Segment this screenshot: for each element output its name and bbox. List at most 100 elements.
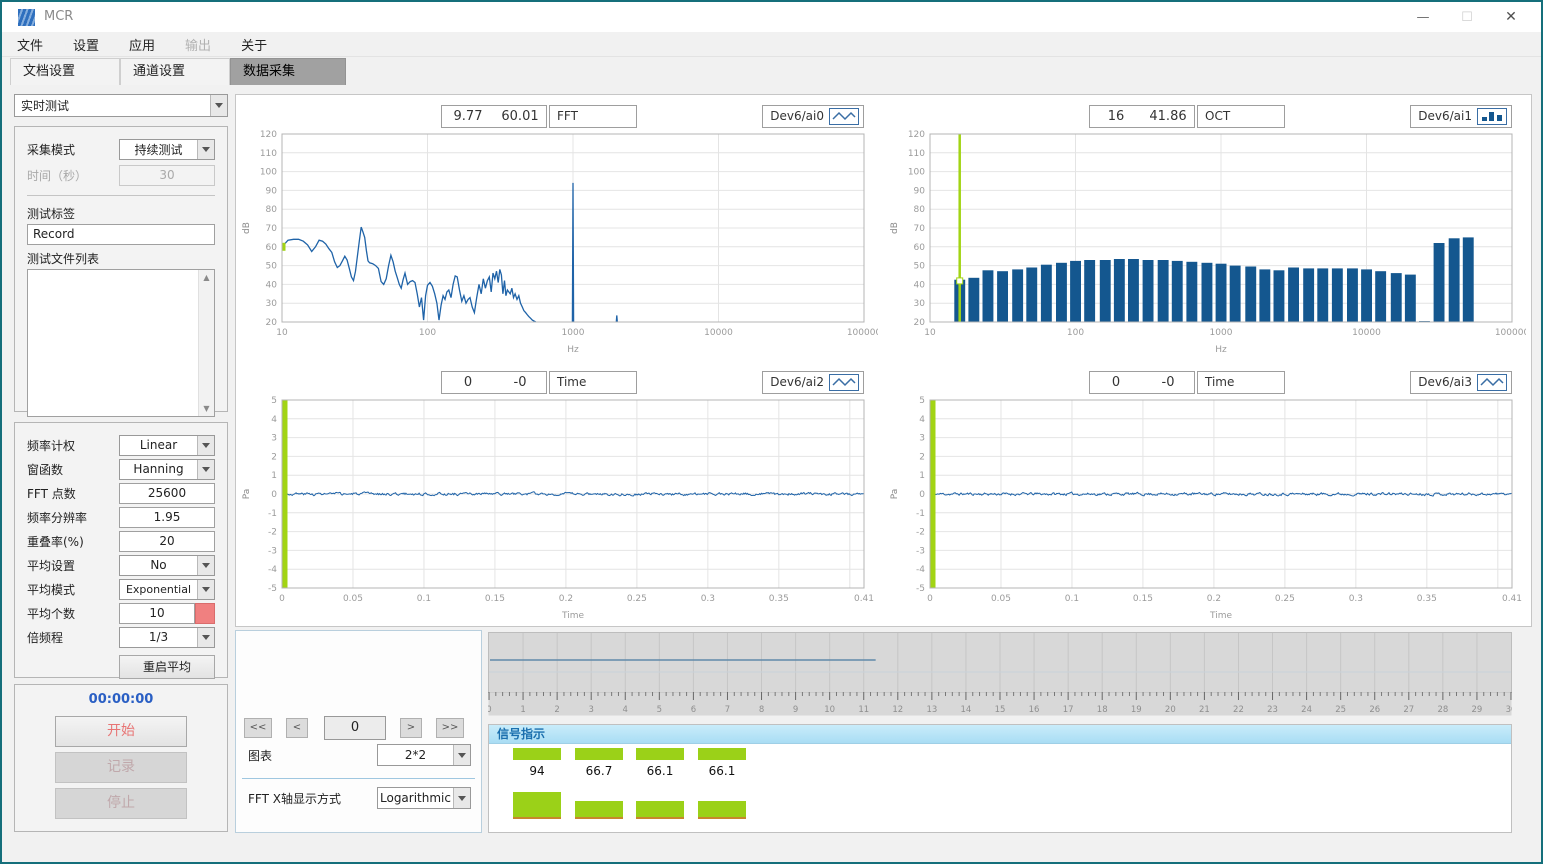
record-button: 记录 [55,752,187,783]
test-tag-input[interactable]: Record [27,224,215,245]
window-function-label: 窗函数 [27,461,119,478]
svg-text:5: 5 [919,396,925,406]
tab-document-settings[interactable]: 文档设置 [10,58,120,85]
acq-mode-select[interactable]: 持续测试 [119,139,215,160]
svg-text:24: 24 [1301,705,1312,715]
maximize-button[interactable]: ☐ [1445,2,1489,32]
window-title: MCR [44,9,73,24]
test-file-list[interactable]: ▲ ▼ [27,269,215,417]
signal-level-bar [636,748,684,760]
fft-channel-selector[interactable]: Dev6/ai0 [762,105,864,128]
svg-text:-5: -5 [916,584,925,594]
fft-points-label: FFT 点数 [27,485,119,502]
oct-plot[interactable]: 2030405060708090100110120101001000100001… [886,128,1526,356]
svg-text:0.1: 0.1 [417,594,431,604]
stop-button: 停止 [55,788,187,819]
svg-text:5: 5 [271,396,277,406]
test-mode-select[interactable]: 实时测试 [14,94,228,117]
svg-text:8: 8 [759,705,764,715]
menu-output: 输出 [170,35,226,54]
line-chart-icon [829,374,859,391]
time-ai2-type-box[interactable]: Time [549,371,637,394]
restart-average-button[interactable]: 重启平均 [119,655,215,679]
average-mode-select[interactable]: Exponential [119,579,215,600]
svg-text:29: 29 [1472,705,1483,715]
overlap-input[interactable]: 20 [119,531,215,552]
svg-text:100: 100 [1067,328,1084,338]
chevron-down-icon [197,460,214,479]
chevron-down-icon [210,95,227,116]
average-count-input[interactable]: 10 [119,603,195,624]
nav-last-button[interactable]: >> [436,718,464,738]
svg-text:0.2: 0.2 [559,594,573,604]
tab-channel-settings[interactable]: 通道设置 [120,58,230,85]
time-ai2-channel-selector[interactable]: Dev6/ai2 [762,371,864,394]
fft-type-box[interactable]: FFT [549,105,637,128]
page-index-box[interactable]: 0 [324,716,386,740]
svg-text:12: 12 [892,705,903,715]
svg-text:0.25: 0.25 [1275,594,1295,604]
nav-first-button[interactable]: << [244,718,272,738]
minimize-button[interactable]: — [1401,2,1445,32]
time-input: 30 [119,165,215,186]
signal-level-value: 66.1 [698,764,746,778]
freq-resolution-input[interactable]: 1.95 [119,507,215,528]
svg-text:28: 28 [1437,705,1448,715]
svg-text:10: 10 [824,705,835,715]
signal-meter-bar [636,801,684,819]
menu-file[interactable]: 文件 [2,35,58,54]
close-button[interactable]: ✕ [1489,2,1533,32]
svg-text:60: 60 [914,243,926,253]
window-function-select[interactable]: Hanning [119,459,215,480]
svg-text:100: 100 [419,328,436,338]
scroll-up-icon[interactable]: ▲ [199,270,214,285]
svg-text:dB: dB [890,222,900,234]
svg-text:-3: -3 [916,546,925,556]
nav-next-button[interactable]: > [400,718,422,738]
tab-data-acquisition[interactable]: 数据采集 [230,58,346,85]
time-ai2-plot[interactable]: -5-4-3-2-101234500.050.10.150.20.250.30.… [238,394,878,622]
svg-text:10: 10 [276,328,288,338]
average-setting-select[interactable]: No [119,555,215,576]
average-setting-label: 平均设置 [27,557,119,574]
svg-text:0.3: 0.3 [701,594,715,604]
time-ai3-plot[interactable]: -5-4-3-2-101234500.050.10.150.20.250.30.… [886,394,1526,622]
scrollbar[interactable]: ▲ ▼ [198,270,214,416]
svg-text:16: 16 [1029,705,1040,715]
fft-xaxis-mode-select[interactable]: Logarithmic [377,787,471,809]
fft-points-input[interactable]: 25600 [119,483,215,504]
svg-text:15: 15 [995,705,1006,715]
signal-meter-bar [513,792,561,819]
svg-text:Time: Time [561,611,584,621]
nav-prev-button[interactable]: < [286,718,308,738]
svg-text:40: 40 [914,280,926,290]
svg-text:-3: -3 [268,546,277,556]
time-ai3-type-box[interactable]: Time [1197,371,1285,394]
fft-cursor-readout: 9.7760.01 [441,105,547,128]
svg-text:100000: 100000 [847,328,878,338]
record-timeline[interactable]: 0123456789101112131415161718192021222324… [488,632,1512,718]
svg-text:0: 0 [927,594,933,604]
svg-text:0: 0 [279,594,285,604]
scroll-down-icon[interactable]: ▼ [199,401,214,416]
acquisition-group: 采集模式 持续测试 时间（秒） 30 测试标签 Record 测试文件列表 ▲ … [14,126,228,412]
svg-text:90: 90 [266,186,278,196]
chart-layout-select[interactable]: 2*2 [377,744,471,766]
svg-text:-4: -4 [268,565,277,575]
octave-band-select[interactable]: 1/3 [119,627,215,648]
freq-weighting-select[interactable]: Linear [119,435,215,456]
time-ai3-channel-selector[interactable]: Dev6/ai3 [1410,371,1512,394]
menu-settings[interactable]: 设置 [58,35,114,54]
start-button[interactable]: 开始 [55,716,187,747]
svg-text:20: 20 [1165,705,1176,715]
menu-about[interactable]: 关于 [226,35,282,54]
menu-application[interactable]: 应用 [114,35,170,54]
svg-text:120: 120 [260,130,277,140]
oct-type-box[interactable]: OCT [1197,105,1285,128]
bar-chart-icon [1477,108,1507,125]
signal-level-bar [575,748,623,760]
svg-text:18: 18 [1097,705,1108,715]
oct-channel-selector[interactable]: Dev6/ai1 [1410,105,1512,128]
svg-text:dB: dB [242,222,252,234]
fft-plot[interactable]: 2030405060708090100110120101001000100001… [238,128,878,356]
